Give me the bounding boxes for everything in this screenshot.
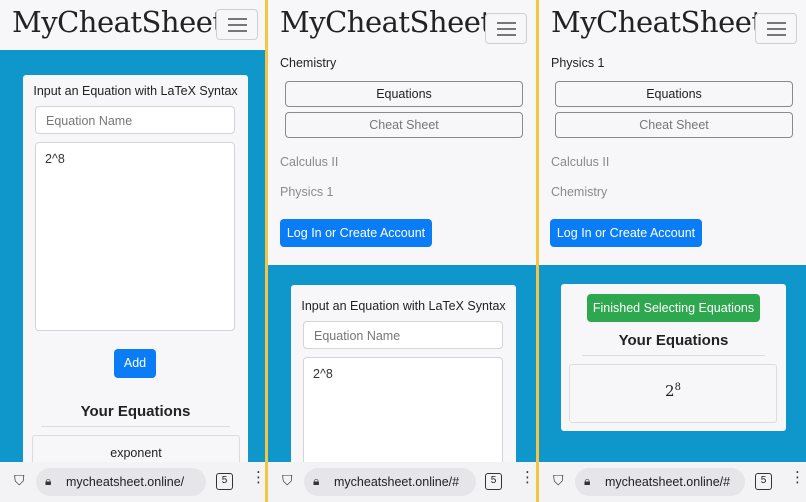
lock-icon: 🔒︎ [313, 474, 320, 488]
add-button[interactable]: Add [114, 349, 156, 378]
card-title: Input an Equation with LaTeX Syntax [301, 299, 506, 313]
lock-icon: 🔒︎ [584, 474, 591, 488]
divider [582, 355, 765, 356]
selected-equations-card: Finished Selecting Equations Your Equati… [561, 284, 786, 431]
menu-toggle-button[interactable] [216, 9, 258, 40]
more-vertical-icon[interactable]: ⋮ [790, 470, 805, 485]
equation-item-name: exponent [110, 446, 162, 460]
brand-logo[interactable]: MyCheatSheet [551, 5, 763, 39]
your-equations-title: Your Equations [618, 332, 729, 349]
equation-name-input[interactable]: Equation Name [303, 321, 503, 349]
more-vertical-icon[interactable]: ⋮ [251, 470, 265, 485]
equation-input-card: Input an Equation with LaTeX Syntax Equa… [23, 75, 248, 475]
screen-2: MyCheatSheet Chemistry Equations Cheat S… [268, 0, 536, 502]
latex-input[interactable]: 2^8 [35, 142, 235, 331]
equations-button[interactable]: Equations [555, 81, 793, 107]
shield-icon[interactable]: ⛉ [553, 472, 564, 489]
shield-icon[interactable]: ⛉ [14, 472, 25, 489]
nav-subject-chemistry[interactable]: Chemistry [551, 185, 607, 199]
active-subject[interactable]: Physics 1 [551, 56, 605, 70]
url-text: mycheatsheet.online/ [66, 475, 185, 489]
nav-subject-physics[interactable]: Physics 1 [280, 185, 334, 199]
nav-subject-calculus[interactable]: Calculus II [280, 155, 338, 169]
equations-button[interactable]: Equations [285, 81, 523, 107]
divider [41, 426, 230, 427]
your-equations-title: Your Equations [80, 403, 191, 420]
browser-toolbar: ⛉ 🔒︎ mycheatsheet.online/# 5 ⋮ [539, 462, 806, 502]
login-button[interactable]: Log In or Create Account [550, 219, 702, 247]
equation-input-card: Input an Equation with LaTeX Syntax Equa… [291, 285, 516, 487]
cheat-sheet-button[interactable]: Cheat Sheet [555, 112, 793, 138]
navbar: MyCheatSheet [539, 0, 806, 50]
navbar: MyCheatSheet [0, 0, 265, 50]
shield-icon[interactable]: ⛉ [282, 472, 293, 489]
address-bar[interactable]: 🔒︎ mycheatsheet.online/ [36, 468, 206, 496]
brand-logo[interactable]: MyCheatSheet [12, 5, 224, 39]
brand-logo[interactable]: MyCheatSheet [280, 5, 492, 39]
active-subject[interactable]: Chemistry [280, 56, 336, 70]
address-bar[interactable]: 🔒︎ mycheatsheet.online/# [304, 468, 476, 496]
tab-count-button[interactable]: 5 [216, 473, 233, 490]
login-button[interactable]: Log In or Create Account [280, 219, 432, 247]
main-section: Finished Selecting Equations Your Equati… [539, 265, 806, 462]
tab-count-button[interactable]: 5 [485, 473, 502, 490]
screen-3: MyCheatSheet Physics 1 Equations Cheat S… [539, 0, 806, 502]
url-text: mycheatsheet.online/# [605, 475, 731, 489]
menu-toggle-button[interactable] [755, 13, 797, 44]
equation-name-input[interactable]: Equation Name [35, 106, 235, 134]
main-section: Input an Equation with LaTeX Syntax Equa… [0, 50, 265, 475]
finished-selecting-button[interactable]: Finished Selecting Equations [587, 294, 760, 322]
main-section: Input an Equation with LaTeX Syntax Equa… [268, 265, 536, 487]
nav-subject-calculus[interactable]: Calculus II [551, 155, 609, 169]
rendered-equation: 28 [665, 382, 681, 400]
navbar: MyCheatSheet [268, 0, 536, 50]
menu-toggle-button[interactable] [485, 13, 527, 44]
browser-toolbar: ⛉ 🔒︎ mycheatsheet.online/ 5 ⋮ [0, 462, 265, 502]
browser-toolbar: ⛉ 🔒︎ mycheatsheet.online/# 5 ⋮ [268, 462, 536, 502]
tab-count-button[interactable]: 5 [755, 473, 772, 490]
rendered-equation-box[interactable]: 28 [569, 364, 777, 423]
url-text: mycheatsheet.online/# [334, 475, 460, 489]
cheat-sheet-button[interactable]: Cheat Sheet [285, 112, 523, 138]
card-title: Input an Equation with LaTeX Syntax [33, 84, 238, 98]
lock-icon: 🔒︎ [45, 474, 52, 488]
more-vertical-icon[interactable]: ⋮ [520, 470, 535, 485]
address-bar[interactable]: 🔒︎ mycheatsheet.online/# [575, 468, 745, 496]
screen-1: MyCheatSheet Input an Equation with LaTe… [0, 0, 265, 502]
